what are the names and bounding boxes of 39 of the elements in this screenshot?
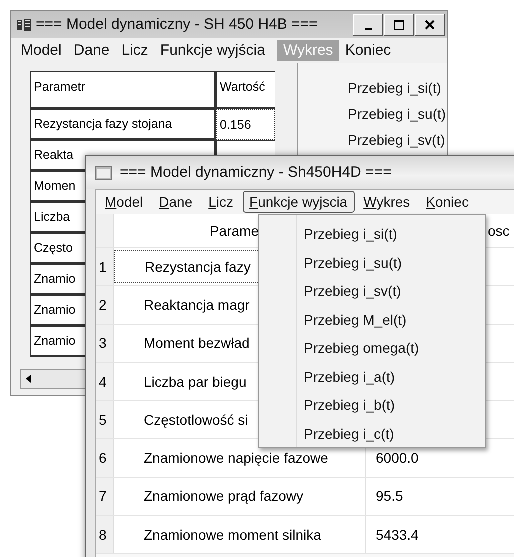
table-cell: Znamionowe prąd fazowy bbox=[114, 478, 366, 516]
window-title: === Model dynamiczny - SH 450 H4B === bbox=[36, 16, 318, 33]
row-number: 8 bbox=[96, 516, 114, 554]
window-icon bbox=[95, 166, 112, 180]
close-button[interactable] bbox=[415, 14, 445, 36]
table-cell-text: 5433.4 bbox=[375, 526, 420, 545]
table-cell-text: 6000.0 bbox=[375, 449, 420, 468]
minimize-button[interactable] bbox=[353, 14, 383, 36]
column-header: Wartość bbox=[216, 71, 275, 109]
menu-item[interactable]: Koniec bbox=[419, 191, 476, 213]
app-icon bbox=[16, 18, 32, 32]
table-cell: 0.156 bbox=[216, 109, 275, 140]
menu-item[interactable]: Koniec bbox=[339, 40, 398, 61]
row-number: 2 bbox=[96, 286, 114, 324]
row-number: 3 bbox=[96, 324, 114, 362]
minimize-icon bbox=[364, 28, 372, 30]
column-header: osc bbox=[488, 222, 510, 238]
menu-item[interactable]: Licz bbox=[116, 40, 154, 61]
menu-item[interactable]: Wykres bbox=[356, 191, 418, 213]
row-number: 4 bbox=[96, 362, 114, 400]
table-cell: Rezystancja fazy stojana bbox=[30, 109, 216, 140]
maximize-button[interactable] bbox=[384, 14, 414, 36]
maximize-icon bbox=[393, 18, 405, 30]
menu-item[interactable]: Przebieg i_su(t) bbox=[298, 101, 447, 127]
close-icon bbox=[424, 18, 436, 30]
row-number: 5 bbox=[96, 401, 114, 438]
menu-item[interactable]: Przebieg i_sv(t) bbox=[298, 127, 447, 153]
row-number: 6 bbox=[96, 439, 114, 477]
menu-item[interactable]: Przebieg i_si(t) bbox=[298, 75, 447, 101]
column-header: Parametr bbox=[30, 71, 216, 109]
menu-item[interactable]: Dane bbox=[68, 40, 116, 61]
menu-item[interactable]: Model bbox=[15, 40, 68, 61]
table-cell-text: 95.5 bbox=[375, 487, 404, 506]
menu-item[interactable]: Funkcje wyjscia bbox=[242, 191, 355, 213]
row-number: 1 bbox=[96, 248, 114, 286]
menu-item[interactable]: Funkcje wyjścia bbox=[154, 40, 272, 61]
row-number: 7 bbox=[96, 478, 114, 516]
table-cell: Znamionowe moment silnika bbox=[114, 516, 366, 554]
scrollbar[interactable] bbox=[20, 369, 86, 389]
